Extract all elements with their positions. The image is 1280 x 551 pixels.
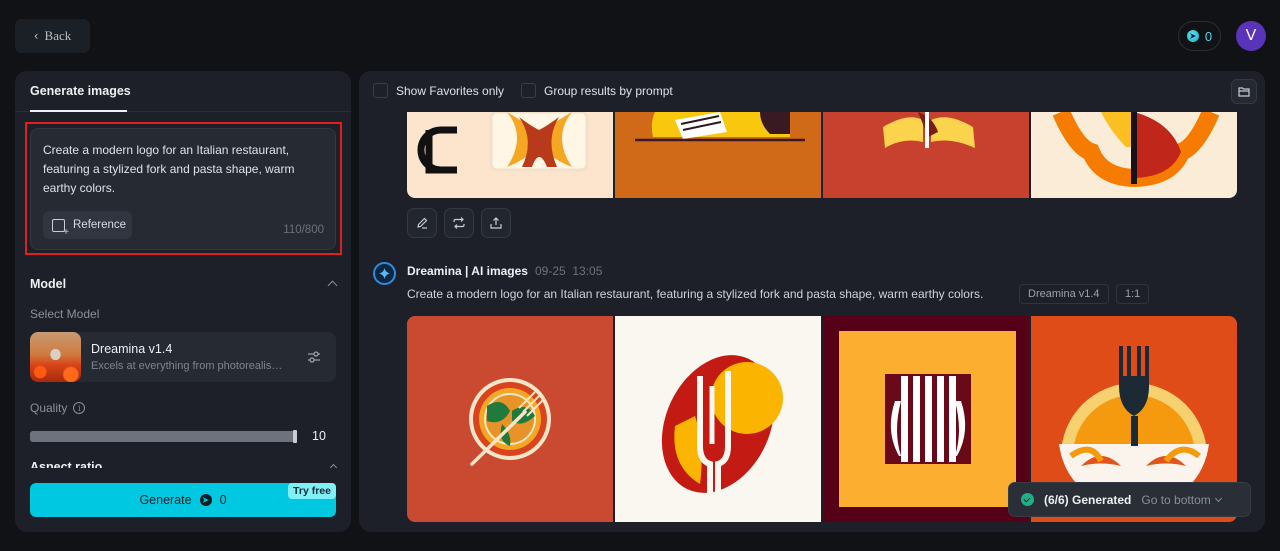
reference-label: Reference xyxy=(73,219,127,231)
check-circle-icon xyxy=(1021,493,1034,506)
result-prompt: Create a modern logo for an Italian rest… xyxy=(407,287,984,301)
show-favorites-label: Show Favorites only xyxy=(396,83,505,98)
tab-bar: Generate images xyxy=(15,71,351,112)
go-to-bottom-label: Go to bottom xyxy=(1141,492,1211,507)
regenerate-button[interactable] xyxy=(444,208,474,238)
chevron-left-icon: ‹ xyxy=(33,29,39,43)
filter-bar: Show Favorites only Group results by pro… xyxy=(359,71,1265,111)
result-image[interactable] xyxy=(1031,112,1237,198)
group-by-prompt-toggle[interactable]: Group results by prompt xyxy=(521,83,673,98)
result-time: 13:05 xyxy=(572,264,603,278)
pencil-icon xyxy=(417,217,428,229)
aspect-ratio-title: Aspect ratio xyxy=(30,460,103,468)
generation-toast: (6/6) Generated Go to bottom xyxy=(1008,482,1251,517)
quality-label: Quality xyxy=(30,401,68,415)
edit-button[interactable] xyxy=(407,208,437,238)
result-timestamp: 09-25 13:05 xyxy=(535,264,602,278)
result-author: Dreamina | AI images xyxy=(407,264,528,278)
back-label: Back xyxy=(44,28,72,43)
model-section-title: Model xyxy=(30,277,67,291)
group-by-prompt-label: Group results by prompt xyxy=(544,83,673,98)
result-date: 09-25 xyxy=(535,264,566,278)
quality-label-group: Quality i xyxy=(30,401,86,415)
export-button[interactable] xyxy=(481,208,511,238)
info-icon[interactable]: i xyxy=(73,402,86,414)
result-image[interactable] xyxy=(615,112,821,198)
result-image[interactable] xyxy=(823,316,1029,522)
toast-status: (6/6) Generated xyxy=(1044,492,1132,507)
credits-count: 0 xyxy=(1204,28,1213,44)
active-tab-indicator xyxy=(30,110,127,112)
chevron-down-icon xyxy=(1214,494,1222,502)
sliders-icon[interactable] xyxy=(307,350,321,364)
checkbox[interactable] xyxy=(373,83,388,98)
user-avatar[interactable]: V xyxy=(1236,21,1266,51)
credits-badge[interactable]: 0 xyxy=(1178,21,1221,51)
chevron-up-icon[interactable] xyxy=(327,280,338,291)
prompt-input[interactable]: Create a modern logo for an Italian rest… xyxy=(30,128,336,250)
result-image[interactable] xyxy=(823,112,1029,198)
model-selector[interactable]: Dreamina v1.4 Excels at everything from … xyxy=(30,332,336,382)
upload-icon xyxy=(490,217,502,229)
tab-generate-images[interactable]: Generate images xyxy=(30,84,131,98)
add-image-icon xyxy=(52,218,69,238)
show-favorites-toggle[interactable]: Show Favorites only xyxy=(373,83,504,98)
char-count: 110/800 xyxy=(283,224,324,236)
result-image[interactable] xyxy=(407,316,613,522)
credit-coin-icon xyxy=(199,494,212,506)
generate-cost: 0 xyxy=(219,493,227,507)
prompt-text[interactable]: Create a modern logo for an Italian rest… xyxy=(43,141,323,198)
model-thumbnail xyxy=(30,332,81,382)
repeat-icon xyxy=(453,217,465,229)
back-button[interactable]: ‹ Back xyxy=(15,19,90,53)
model-tag: Dreamina v1.4 xyxy=(1019,284,1109,304)
folder-icon xyxy=(1238,87,1250,97)
go-to-bottom-link[interactable]: Go to bottom xyxy=(1141,492,1222,507)
generate-label: Generate xyxy=(139,493,192,507)
generate-panel: Generate images Create a modern logo for… xyxy=(15,71,351,532)
reference-button[interactable]: Reference xyxy=(43,211,132,239)
ratio-tag: 1:1 xyxy=(1116,284,1150,304)
try-free-badge: Try free xyxy=(288,483,336,499)
previous-results-row xyxy=(407,112,1237,198)
quality-slider[interactable] xyxy=(30,430,297,443)
generate-button[interactable]: Generate 0 Try free xyxy=(30,483,336,517)
quality-slider-handle[interactable] xyxy=(293,430,297,443)
folder-button[interactable] xyxy=(1231,79,1257,104)
model-description: Excels at everything from photorealism t… xyxy=(91,360,291,372)
model-name: Dreamina v1.4 xyxy=(91,342,173,356)
checkbox[interactable] xyxy=(521,83,536,98)
select-model-label: Select Model xyxy=(30,307,100,321)
result-image[interactable] xyxy=(615,316,821,522)
sparkle-icon xyxy=(379,268,390,279)
chevron-up-icon[interactable] xyxy=(329,463,338,472)
result-image[interactable] xyxy=(407,112,613,198)
credit-coin-icon xyxy=(1186,30,1199,42)
quality-slider-fill xyxy=(30,431,297,442)
dreamina-avatar xyxy=(373,262,396,285)
results-panel: Show Favorites only Group results by pro… xyxy=(359,71,1265,532)
quality-value: 10 xyxy=(312,429,326,443)
